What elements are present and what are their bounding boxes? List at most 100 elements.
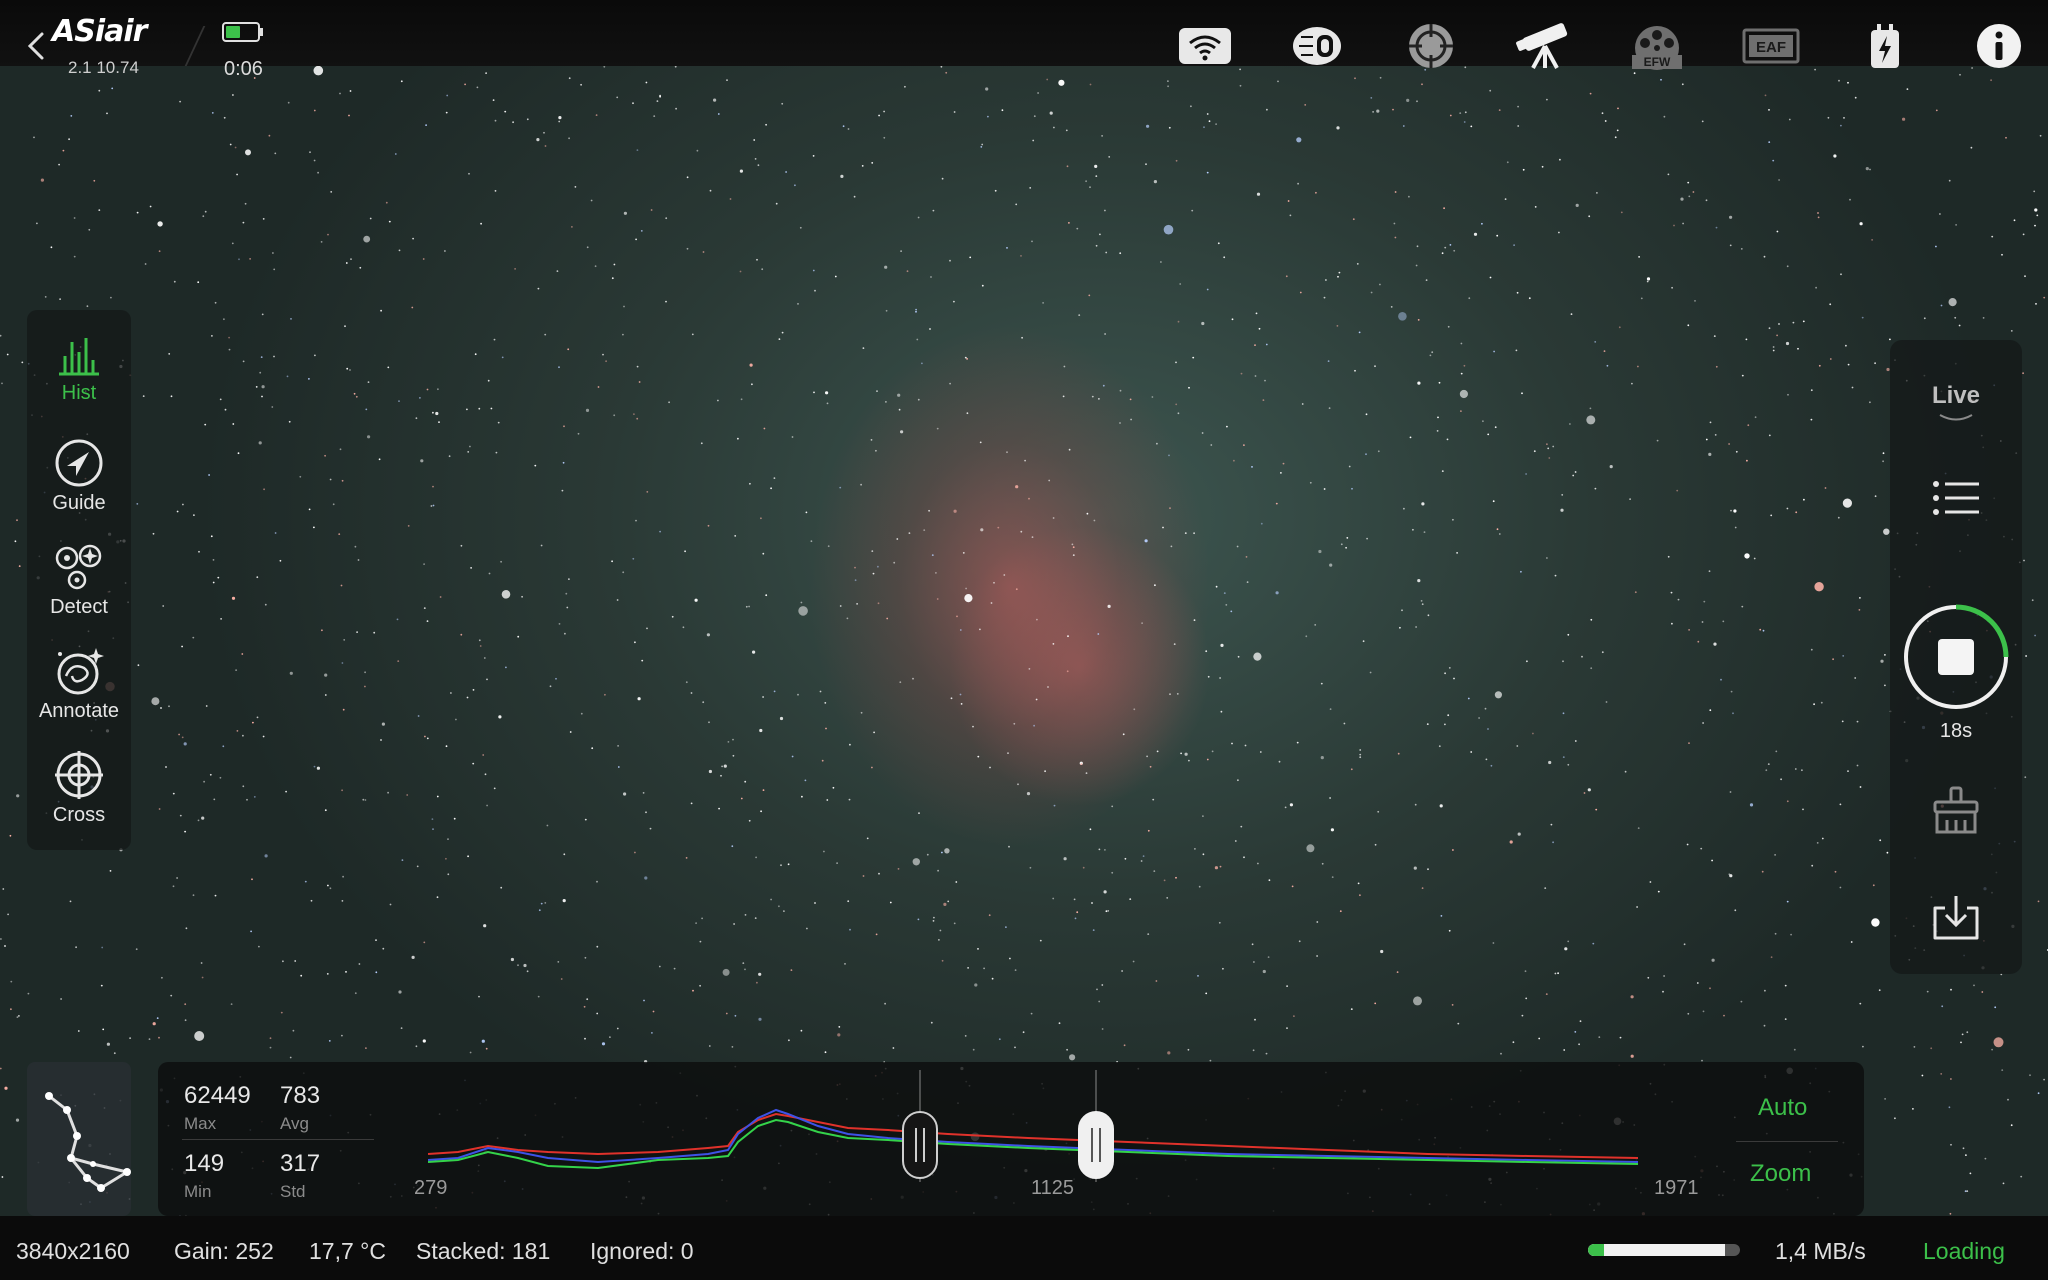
star	[200, 962, 203, 964]
tool-guide[interactable]: Guide	[27, 426, 131, 526]
star	[469, 1051, 472, 1054]
star	[1574, 1031, 1577, 1033]
star	[883, 110, 885, 113]
wifi-button[interactable]	[1174, 20, 1236, 72]
star	[1821, 837, 1824, 840]
star	[1420, 600, 1423, 602]
zoom-button[interactable]: Zoom	[1750, 1160, 1811, 1188]
info-button[interactable]	[1968, 20, 2030, 72]
camera-button[interactable]	[1286, 20, 1348, 72]
star	[1218, 921, 1221, 924]
star	[1859, 1002, 1862, 1005]
star	[1563, 1049, 1566, 1051]
guide-scope-button[interactable]	[1400, 20, 1462, 72]
star	[1176, 693, 1179, 695]
star	[1552, 841, 1554, 844]
star	[1795, 511, 1798, 514]
star	[821, 759, 824, 762]
star	[468, 172, 470, 175]
sky-atlas-thumbnail[interactable]	[27, 1062, 131, 1216]
live-mode-selector[interactable]: Live	[1890, 382, 2022, 426]
star	[338, 533, 341, 535]
star	[324, 673, 328, 677]
star	[1713, 335, 1716, 337]
star	[329, 478, 332, 481]
star	[1839, 803, 1842, 806]
auto-stretch-button[interactable]: Auto	[1758, 1094, 1807, 1122]
star	[1728, 443, 1730, 445]
tool-cross[interactable]: Cross	[27, 738, 131, 838]
star	[1509, 840, 1513, 844]
star	[590, 199, 593, 202]
star	[1282, 462, 1285, 465]
star	[611, 277, 614, 280]
eaf-button[interactable]: EAF	[1740, 20, 1802, 72]
star	[1073, 898, 1076, 901]
star	[1842, 655, 1845, 657]
star	[889, 901, 892, 904]
star	[313, 526, 315, 529]
star	[1429, 354, 1432, 357]
star	[158, 808, 161, 810]
star	[480, 222, 482, 225]
efw-button[interactable]: EFW	[1626, 20, 1688, 72]
star	[739, 270, 742, 273]
white-point-handle[interactable]	[1078, 1111, 1114, 1179]
star	[417, 715, 420, 717]
star	[223, 116, 226, 119]
star	[1784, 984, 1787, 987]
stacked-image-view[interactable]	[0, 66, 2048, 1216]
star	[926, 853, 929, 856]
star	[478, 639, 481, 642]
star	[209, 773, 212, 776]
star	[557, 961, 560, 963]
star	[1009, 957, 1011, 960]
clear-button[interactable]	[1890, 786, 2022, 836]
stat-max-label: Max	[184, 1114, 217, 1133]
stop-exposure-button[interactable]: 18s	[1890, 602, 2022, 743]
star	[1423, 531, 1426, 533]
menu-list-button[interactable]	[1890, 478, 2022, 518]
power-box-button[interactable]	[1854, 20, 1916, 72]
star	[1862, 1045, 1864, 1048]
star	[1842, 498, 1852, 508]
back-chevron-icon[interactable]	[22, 28, 50, 64]
star	[1784, 1018, 1787, 1020]
star	[1413, 866, 1417, 870]
black-point-handle[interactable]	[902, 1111, 938, 1179]
star	[1223, 256, 1226, 259]
star	[1950, 1143, 1952, 1146]
star	[1141, 622, 1143, 624]
star	[1889, 338, 1891, 341]
star	[482, 754, 485, 756]
star	[1085, 180, 1087, 183]
star	[183, 742, 187, 746]
star	[192, 636, 195, 639]
star	[1516, 745, 1519, 747]
star	[1878, 989, 1881, 992]
star	[1729, 874, 1733, 878]
star	[253, 796, 256, 798]
tool-annotate[interactable]: Annotate	[27, 634, 131, 734]
star	[15, 1118, 20, 1122]
star	[165, 766, 167, 768]
tool-hist[interactable]: Hist	[27, 322, 131, 422]
star	[1280, 472, 1282, 474]
star	[304, 880, 307, 883]
star	[349, 369, 351, 371]
star	[1325, 279, 1327, 281]
star	[445, 745, 448, 748]
star	[2034, 634, 2036, 637]
right-control-panel: Live 18s	[1890, 340, 2022, 974]
star	[1649, 881, 1652, 883]
star	[1169, 507, 1171, 509]
tool-detect[interactable]: Detect	[27, 530, 131, 630]
histogram-plot[interactable]	[428, 1070, 1828, 1182]
save-image-button[interactable]	[1890, 894, 2022, 942]
star	[912, 677, 914, 680]
star	[382, 947, 385, 950]
star	[613, 263, 616, 266]
mount-button[interactable]	[1514, 20, 1576, 72]
star	[1636, 906, 1638, 908]
star	[1076, 227, 1079, 230]
